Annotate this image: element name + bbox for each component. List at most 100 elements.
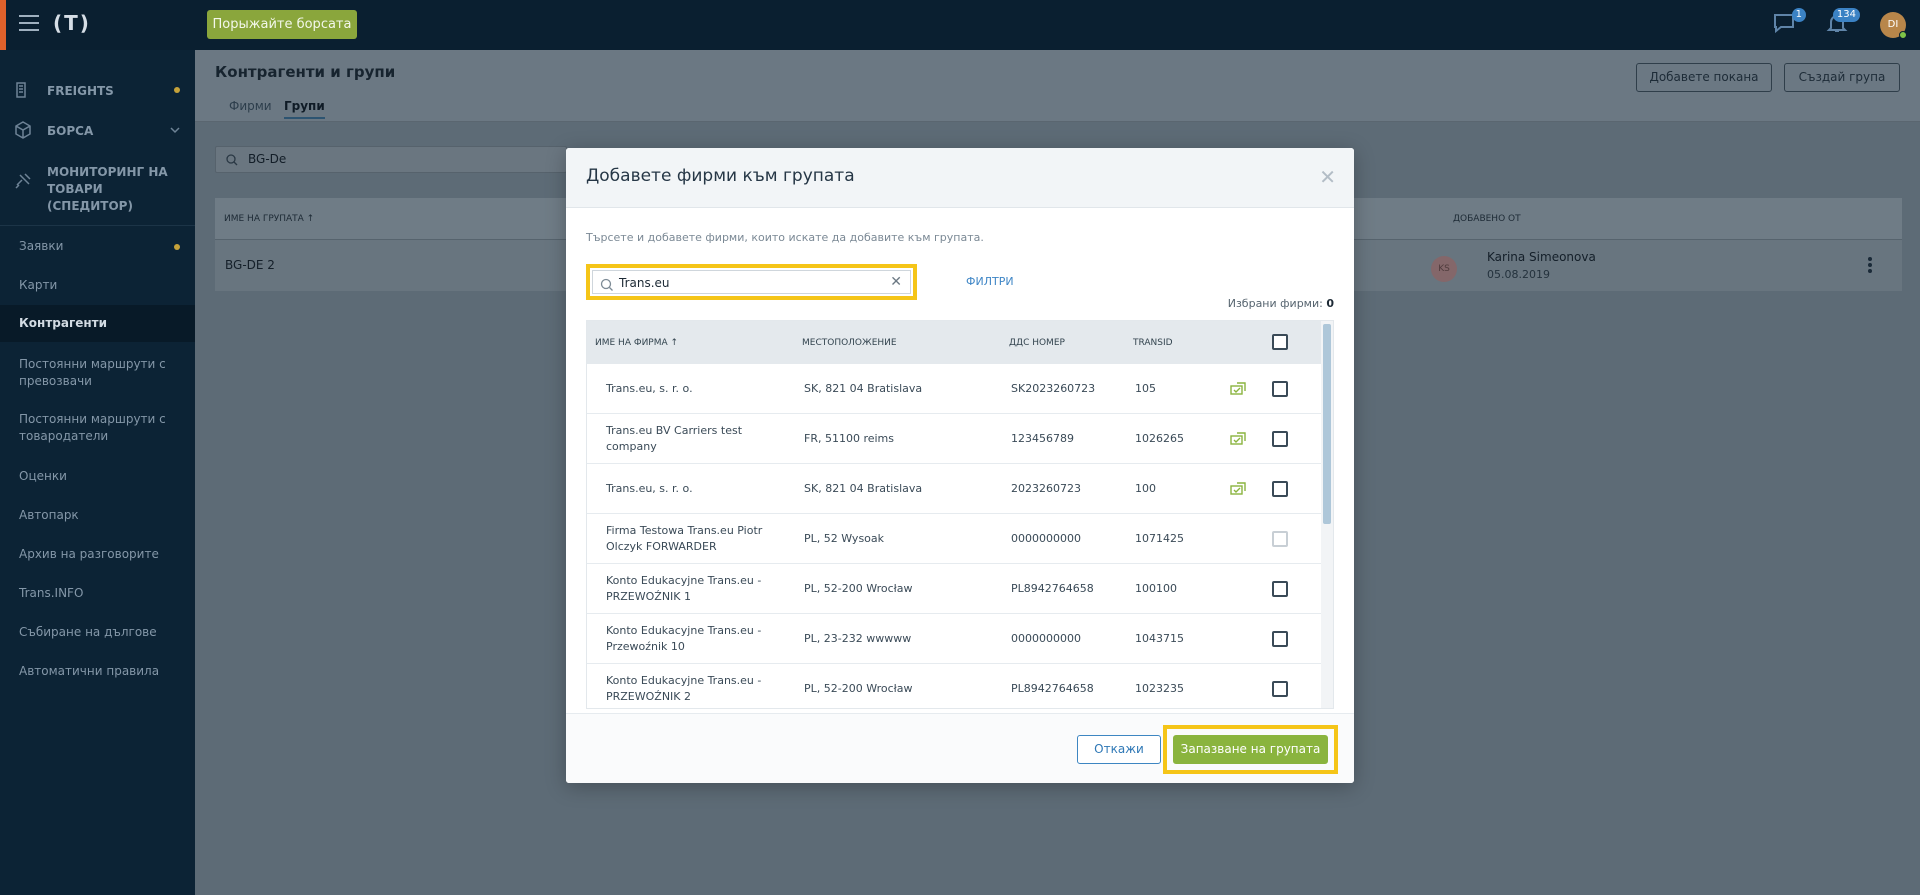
sidebar-item-freights[interactable]: FREIGHTS <box>0 80 195 100</box>
search-icon <box>226 154 238 166</box>
col-added-by: ДОБАВЕНО ОТ <box>1453 214 1521 224</box>
tab-companies[interactable]: Фирми <box>229 99 272 113</box>
select-all-checkbox[interactable] <box>1272 334 1288 350</box>
search-highlight: Trans.eu ✕ <box>586 264 917 300</box>
sidebar-item-label: Контрагенти <box>19 316 108 330</box>
sidebar-item-fleet[interactable]: Автопарк <box>0 507 195 524</box>
col-group-name[interactable]: ИМЕ НА ГРУПАТА ↑ <box>224 214 314 224</box>
logo[interactable]: (T) <box>53 11 91 35</box>
selected-companies: Избрани фирми: 0 <box>1228 297 1334 310</box>
vat-cell: 0000000000 <box>1011 532 1081 545</box>
add-companies-modal: Добавете фирми към групата ✕ Търсете и д… <box>566 148 1354 783</box>
messages-button[interactable]: 1 <box>1772 8 1806 38</box>
location-cell: PL, 52-200 Wrocław <box>804 682 913 695</box>
sidebar-item-contractors[interactable]: Контрагенти <box>0 305 195 342</box>
row-checkbox[interactable] <box>1272 481 1288 497</box>
clear-search-icon[interactable]: ✕ <box>890 274 902 290</box>
modal-title: Добавете фирми към групата <box>586 166 855 186</box>
location-cell: SK, 821 04 Bratislava <box>804 382 923 395</box>
vat-cell: SK2023260723 <box>1011 382 1096 395</box>
table-row[interactable]: Trans.eu, s. r. o. SK, 821 04 Bratislava S… <box>587 364 1321 414</box>
selected-count-value: 0 <box>1326 297 1334 310</box>
group-search-input[interactable]: BG-De <box>215 146 567 173</box>
scrollbar[interactable] <box>1321 321 1333 708</box>
avatar-initials: DI <box>1887 19 1899 30</box>
attention-dot <box>174 87 180 93</box>
location-cell: PL, 23-232 wwwww <box>804 632 912 645</box>
sidebar-item-label: Автоматични правила <box>19 664 160 678</box>
sidebar-item-label: Постоянни маршрути с товародатели <box>19 412 166 443</box>
sidebar-item-shipper-routes[interactable]: Постоянни маршрути с товародатели <box>0 411 175 445</box>
user-avatar[interactable]: DI <box>1880 12 1907 39</box>
transid-cell: 1023235 <box>1135 682 1184 695</box>
sidebar-item-label: Събиране на дългове <box>19 625 157 639</box>
sidebar-item-orders[interactable]: Заявки <box>0 238 195 255</box>
filters-button[interactable]: ФИЛТРИ <box>966 275 1014 288</box>
row-checkbox[interactable] <box>1272 681 1288 697</box>
location-cell: PL, 52 Wysoak <box>804 532 885 545</box>
table-row[interactable]: Trans.eu, s. r. o. SK, 821 04 Bratislava 2… <box>587 464 1321 514</box>
col-location: МЕСТОПОЛОЖЕНИЕ <box>802 338 897 348</box>
table-row[interactable]: Trans.eu BV Carriers test company FR, 511… <box>587 414 1321 464</box>
create-group-button[interactable]: Създай група <box>1784 63 1900 92</box>
table-row[interactable]: Konto Edukacyjne Trans.eu - PRZEWOŹNIK 2… <box>587 664 1321 708</box>
row-checkbox[interactable] <box>1272 431 1288 447</box>
vat-cell: 2023260723 <box>1011 482 1081 495</box>
sidebar-item-maps[interactable]: Карти <box>0 277 195 294</box>
col-company-name[interactable]: ИМЕ НА ФИРМА ↑ <box>595 338 678 348</box>
attention-dot <box>174 244 180 250</box>
more-options-icon[interactable] <box>1867 256 1873 274</box>
group-name-cell[interactable]: BG-DE 2 <box>225 258 275 272</box>
company-search-input[interactable]: Trans.eu ✕ <box>592 270 911 294</box>
chevron-down-icon <box>170 127 180 134</box>
invite-button[interactable]: Добавете покана <box>1636 63 1772 92</box>
company-name-cell[interactable]: Konto Edukacyjne Trans.eu - Przewoźnik 1… <box>606 623 766 655</box>
save-group-button[interactable]: Запазване на групата <box>1173 735 1328 764</box>
sidebar-item-transinfo[interactable]: Trans.INFO <box>0 585 195 602</box>
company-name-cell[interactable]: Konto Edukacyjne Trans.eu - PRZEWOŹNIK 2 <box>606 673 766 705</box>
vat-cell: 0000000000 <box>1011 632 1081 645</box>
transid-cell: 100 <box>1135 482 1156 495</box>
location-cell: SK, 821 04 Bratislava <box>804 482 923 495</box>
table-row[interactable]: Firma Testowa Trans.eu Piotr Olczyk FORW… <box>587 514 1321 564</box>
table-row[interactable]: Konto Edukacyjne Trans.eu - Przewoźnik 1… <box>587 614 1321 664</box>
col-transid: TRANSID <box>1133 338 1173 348</box>
cancel-button[interactable]: Откажи <box>1077 735 1161 764</box>
sidebar-item-chat-archive[interactable]: Архив на разговорите <box>0 546 195 563</box>
search-icon <box>600 278 613 291</box>
sidebar-item-ratings[interactable]: Оценки <box>0 468 195 485</box>
vat-cell: 123456789 <box>1011 432 1074 445</box>
company-name-cell[interactable]: Trans.eu BV Carriers test company <box>606 423 766 455</box>
company-name-cell[interactable]: Trans.eu, s. r. o. <box>606 481 766 497</box>
company-name-cell[interactable]: Konto Edukacyjne Trans.eu - PRZEWOŹNIK 1 <box>606 573 766 605</box>
sidebar-item-monitoring[interactable]: МОНИТОРИНГ НА ТОВАРИ (СПЕДИТОР) <box>0 161 195 213</box>
table-header: ИМЕ НА ФИРМА ↑ МЕСТОПОЛОЖЕНИЕ ДДС НОМЕР … <box>587 321 1321 364</box>
notifications-button[interactable]: 134 <box>1826 8 1860 38</box>
transid-cell: 100100 <box>1135 582 1177 595</box>
verified-company-icon <box>1230 482 1246 495</box>
sidebar-item-carrier-routes[interactable]: Постоянни маршрути с превозвачи <box>0 356 175 390</box>
sidebar-item-exchange[interactable]: БОРСА <box>0 120 195 140</box>
added-by-avatar: KS <box>1431 256 1457 282</box>
sidebar-item-auto-rules[interactable]: Автоматични правила <box>0 663 195 680</box>
tab-groups[interactable]: Групи <box>284 99 325 119</box>
transid-cell: 105 <box>1135 382 1156 395</box>
online-status-dot <box>1899 31 1907 39</box>
sidebar: FREIGHTS БОРСА МОНИТОРИНГ НА ТОВАРИ (СПЕ… <box>0 50 195 895</box>
sidebar-item-debt-collection[interactable]: Събиране на дългове <box>0 624 195 641</box>
table-row[interactable]: Konto Edukacyjne Trans.eu - PRZEWOŹNIK 1… <box>587 564 1321 614</box>
added-by-name: Karina Simeonova <box>1487 250 1596 264</box>
company-name-cell[interactable]: Trans.eu, s. r. o. <box>606 381 766 397</box>
market-button[interactable]: Порыжайте борсата <box>207 10 357 39</box>
transid-cell: 1026265 <box>1135 432 1184 445</box>
added-date: 05.08.2019 <box>1487 268 1550 281</box>
row-checkbox[interactable] <box>1272 631 1288 647</box>
company-name-cell[interactable]: Firma Testowa Trans.eu Piotr Olczyk FORW… <box>606 523 766 555</box>
sidebar-divider <box>0 225 195 226</box>
row-checkbox[interactable] <box>1272 381 1288 397</box>
scrollbar-thumb[interactable] <box>1323 324 1331 524</box>
modal-header: Добавете фирми към групата ✕ <box>566 148 1354 208</box>
menu-icon[interactable] <box>19 15 39 31</box>
close-icon[interactable]: ✕ <box>1319 165 1336 189</box>
row-checkbox[interactable] <box>1272 581 1288 597</box>
